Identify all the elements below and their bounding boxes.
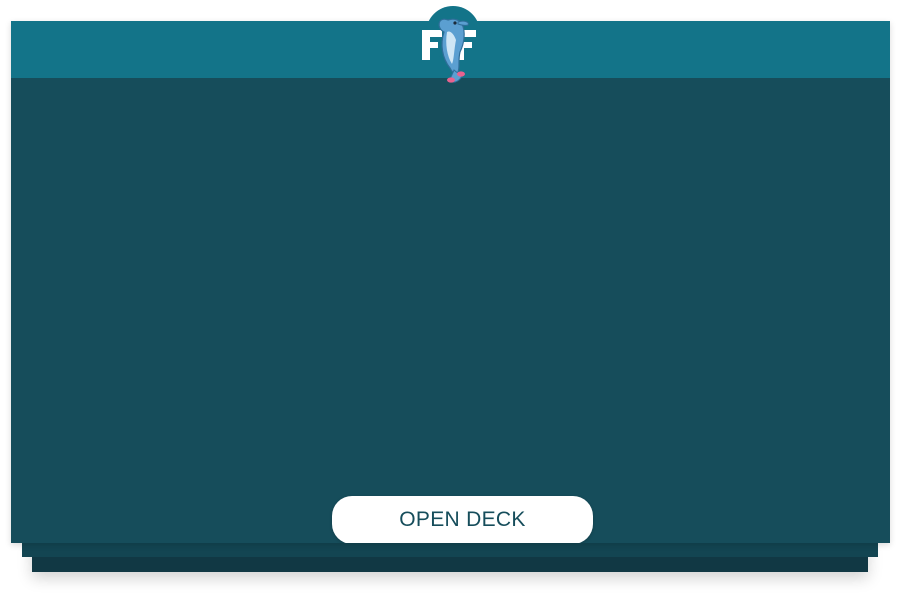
dolphin-logo-icon xyxy=(422,18,476,83)
deck-stage: OPEN DECK xyxy=(0,0,900,600)
flashcard-deck-card: OPEN DECK xyxy=(11,21,890,543)
open-deck-button[interactable]: OPEN DECK xyxy=(332,496,593,543)
